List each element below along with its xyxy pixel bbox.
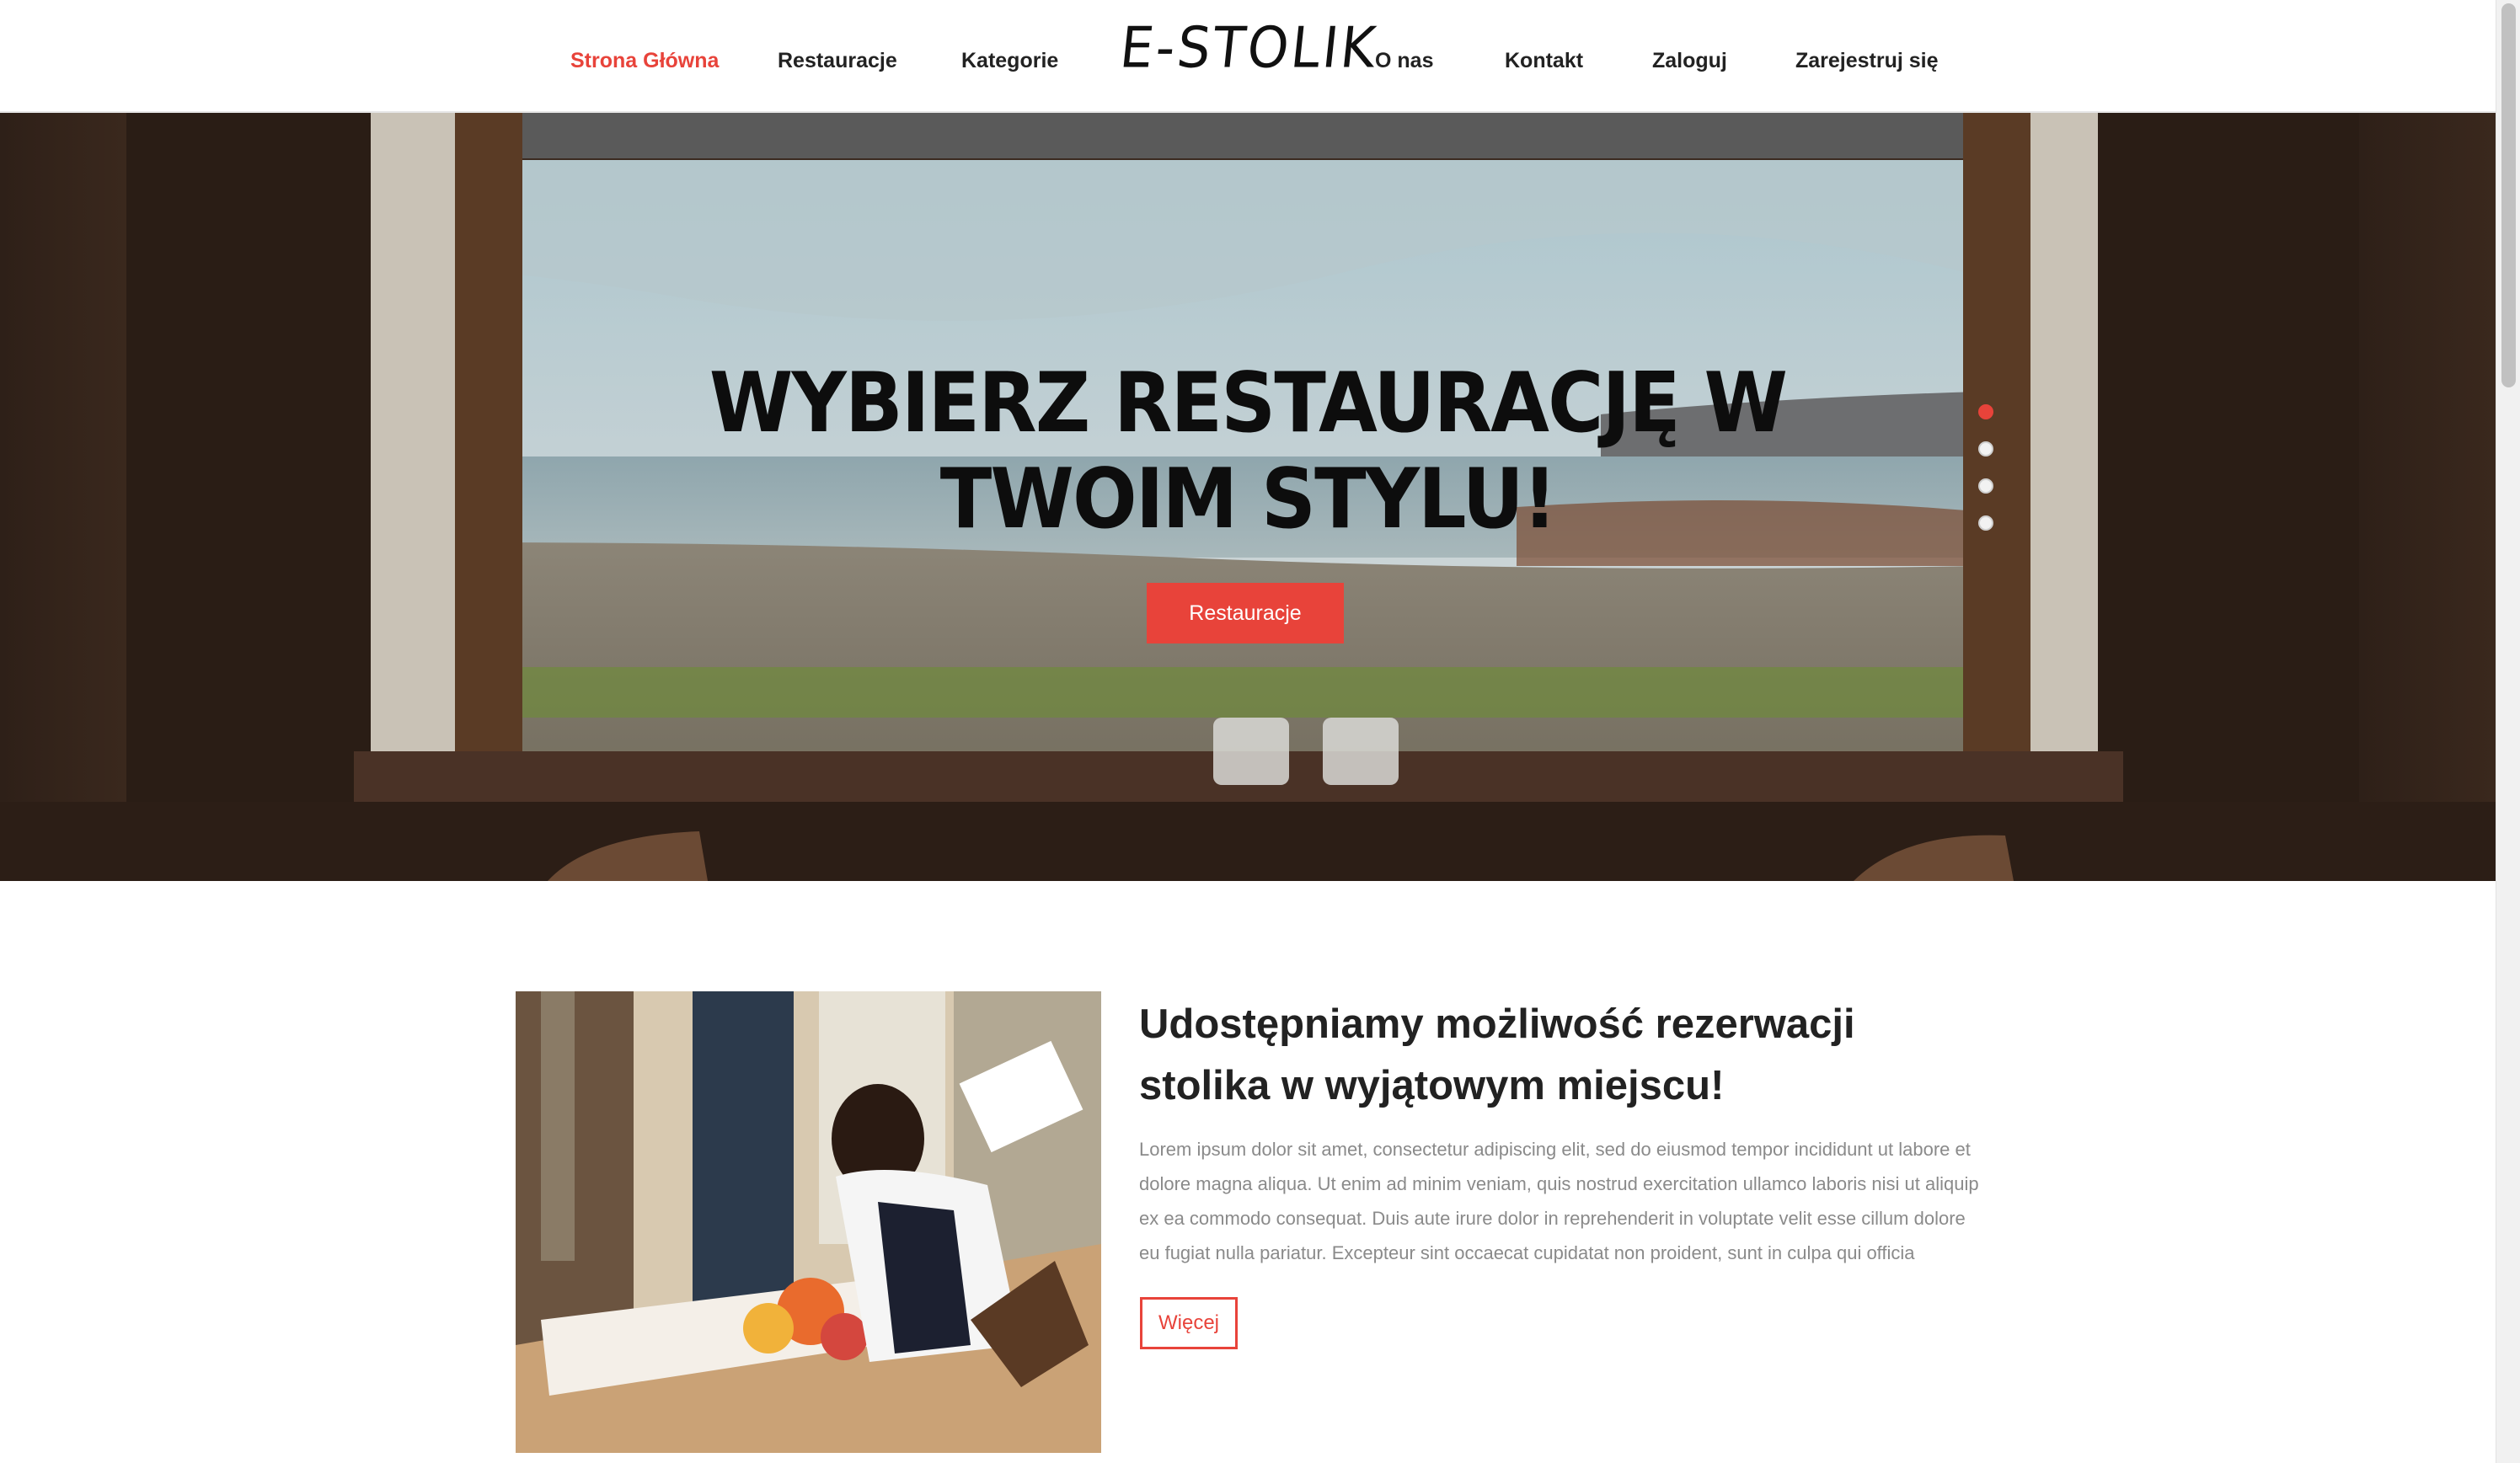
hero-title-line-1: WYBIERZ RESTAURACJĘ W: [709, 355, 1788, 451]
nav-link-about[interactable]: O nas: [1375, 49, 1433, 73]
nav-link-categories[interactable]: Kategorie: [961, 49, 1058, 73]
nav-link-contact[interactable]: Kontakt: [1505, 49, 1583, 73]
slider-pagination: [1978, 404, 1995, 553]
nav-link-restaurants[interactable]: Restauracje: [778, 49, 897, 73]
scrollbar-thumb[interactable]: [2501, 3, 2516, 387]
waiter-table-image: [516, 991, 1101, 1453]
more-button[interactable]: Więcej: [1140, 1297, 1238, 1349]
slider-dot-4[interactable]: [1978, 515, 1993, 531]
hero-slider: WYBIERZ RESTAURACJĘ W TWOIM STYLU! Resta…: [0, 111, 2496, 881]
feature-title: Udostępniamy możliwość rezerwacji stolik…: [1139, 1001, 1855, 1108]
site-logo[interactable]: E-STOLIK: [1117, 14, 1381, 81]
hero-title-line-2: TWOIM STYLU!: [939, 451, 1557, 547]
hero-title: WYBIERZ RESTAURACJĘ W TWOIM STYLU!: [99, 355, 2395, 547]
slider-dot-1[interactable]: [1978, 404, 1993, 419]
nav-link-login[interactable]: Zaloguj: [1652, 49, 1727, 73]
page-scrollbar[interactable]: [2496, 0, 2520, 1463]
slider-dot-3[interactable]: [1978, 478, 1993, 494]
nav-link-home[interactable]: Strona Główna: [570, 49, 719, 73]
hero-restaurants-button[interactable]: Restauracje: [1147, 583, 1344, 643]
waiter-table-photo: [516, 991, 1101, 1453]
slider-dot-2[interactable]: [1978, 441, 1993, 457]
top-navigation: Strona Główna Restauracje Kategorie E-ST…: [0, 0, 2496, 113]
nav-link-register[interactable]: Zarejestruj się: [1795, 49, 1939, 73]
feature-description: Lorem ipsum dolor sit amet, consectetur …: [1139, 1139, 1979, 1263]
